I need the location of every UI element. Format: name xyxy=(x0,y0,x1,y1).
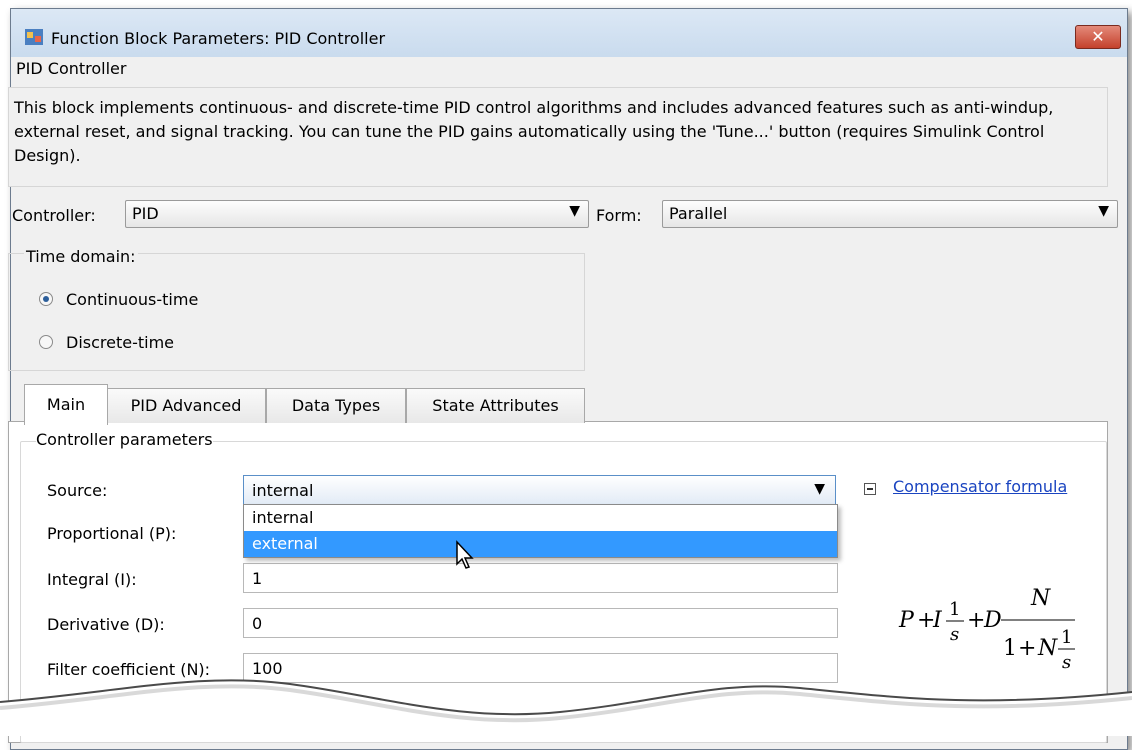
block-description: This block implements continuous- and di… xyxy=(14,98,1054,165)
dropdown-option-internal[interactable]: internal xyxy=(244,505,837,531)
proportional-label: Proportional (P): xyxy=(47,524,177,543)
formula-n: N xyxy=(1030,586,1051,611)
formula-p: P xyxy=(898,608,915,633)
torn-edge xyxy=(0,679,1132,736)
tab-data-types[interactable]: Data Types xyxy=(266,388,406,423)
formula-s: s xyxy=(950,624,959,645)
dropdown-option-label: external xyxy=(252,534,318,553)
form-label: Form: xyxy=(596,206,642,225)
tab-pid-advanced[interactable]: PID Advanced xyxy=(106,388,266,423)
form-value: Parallel xyxy=(669,204,728,223)
dropdown-option-external[interactable]: external xyxy=(244,531,837,557)
chevron-down-icon: ▼ xyxy=(814,481,825,497)
derivative-label: Derivative (D): xyxy=(47,615,165,634)
close-icon: ✕ xyxy=(1091,27,1105,46)
controller-parameters-title: Controller parameters xyxy=(36,430,213,449)
collapse-icon[interactable] xyxy=(864,483,876,495)
controller-select[interactable]: PID ▼ xyxy=(125,200,589,228)
simulink-block-icon xyxy=(25,29,43,45)
chevron-down-icon: ▼ xyxy=(569,203,580,219)
time-domain-label: Time domain: xyxy=(24,247,138,266)
derivative-input[interactable]: 0 xyxy=(243,608,838,638)
compensator-formula-link[interactable]: Compensator formula xyxy=(893,477,1067,496)
close-button[interactable]: ✕ xyxy=(1075,25,1121,49)
dropdown-option-label: internal xyxy=(252,508,314,527)
tab-state-attributes[interactable]: State Attributes xyxy=(406,388,585,423)
radio-discrete-time-label: Discrete-time xyxy=(66,333,175,352)
formula-d: D xyxy=(983,608,1002,633)
formula-one: 1 xyxy=(1061,627,1072,648)
formula-plus: + xyxy=(967,608,985,633)
window-title: Function Block Parameters: PID Controlle… xyxy=(51,29,386,48)
formula-one: 1 xyxy=(949,599,960,620)
radio-continuous-time[interactable] xyxy=(39,292,53,306)
source-label: Source: xyxy=(47,481,108,500)
derivative-value: 0 xyxy=(252,614,263,633)
title-bar[interactable]: Function Block Parameters: PID Controlle… xyxy=(11,9,1127,57)
integral-input[interactable]: 1 xyxy=(243,563,838,593)
integral-value: 1 xyxy=(252,569,263,588)
controller-value: PID xyxy=(132,204,159,223)
source-value: internal xyxy=(252,481,314,500)
tab-main[interactable]: Main xyxy=(24,384,108,425)
chevron-down-icon: ▼ xyxy=(1098,203,1109,219)
formula-i: I xyxy=(932,608,943,633)
controller-label: Controller: xyxy=(12,206,96,225)
time-domain-group xyxy=(8,253,585,371)
mouse-pointer-icon xyxy=(456,540,474,569)
radio-discrete-time[interactable] xyxy=(39,335,53,349)
form-select[interactable]: Parallel ▼ xyxy=(662,200,1118,228)
radio-continuous-time-label: Continuous-time xyxy=(66,290,199,309)
integral-label: Integral (I): xyxy=(47,570,137,589)
source-dropdown-list: internal external xyxy=(243,504,838,558)
description-box: This block implements continuous- and di… xyxy=(8,87,1108,187)
source-select[interactable]: internal ▼ xyxy=(243,475,836,505)
block-section-title: PID Controller xyxy=(16,59,127,78)
